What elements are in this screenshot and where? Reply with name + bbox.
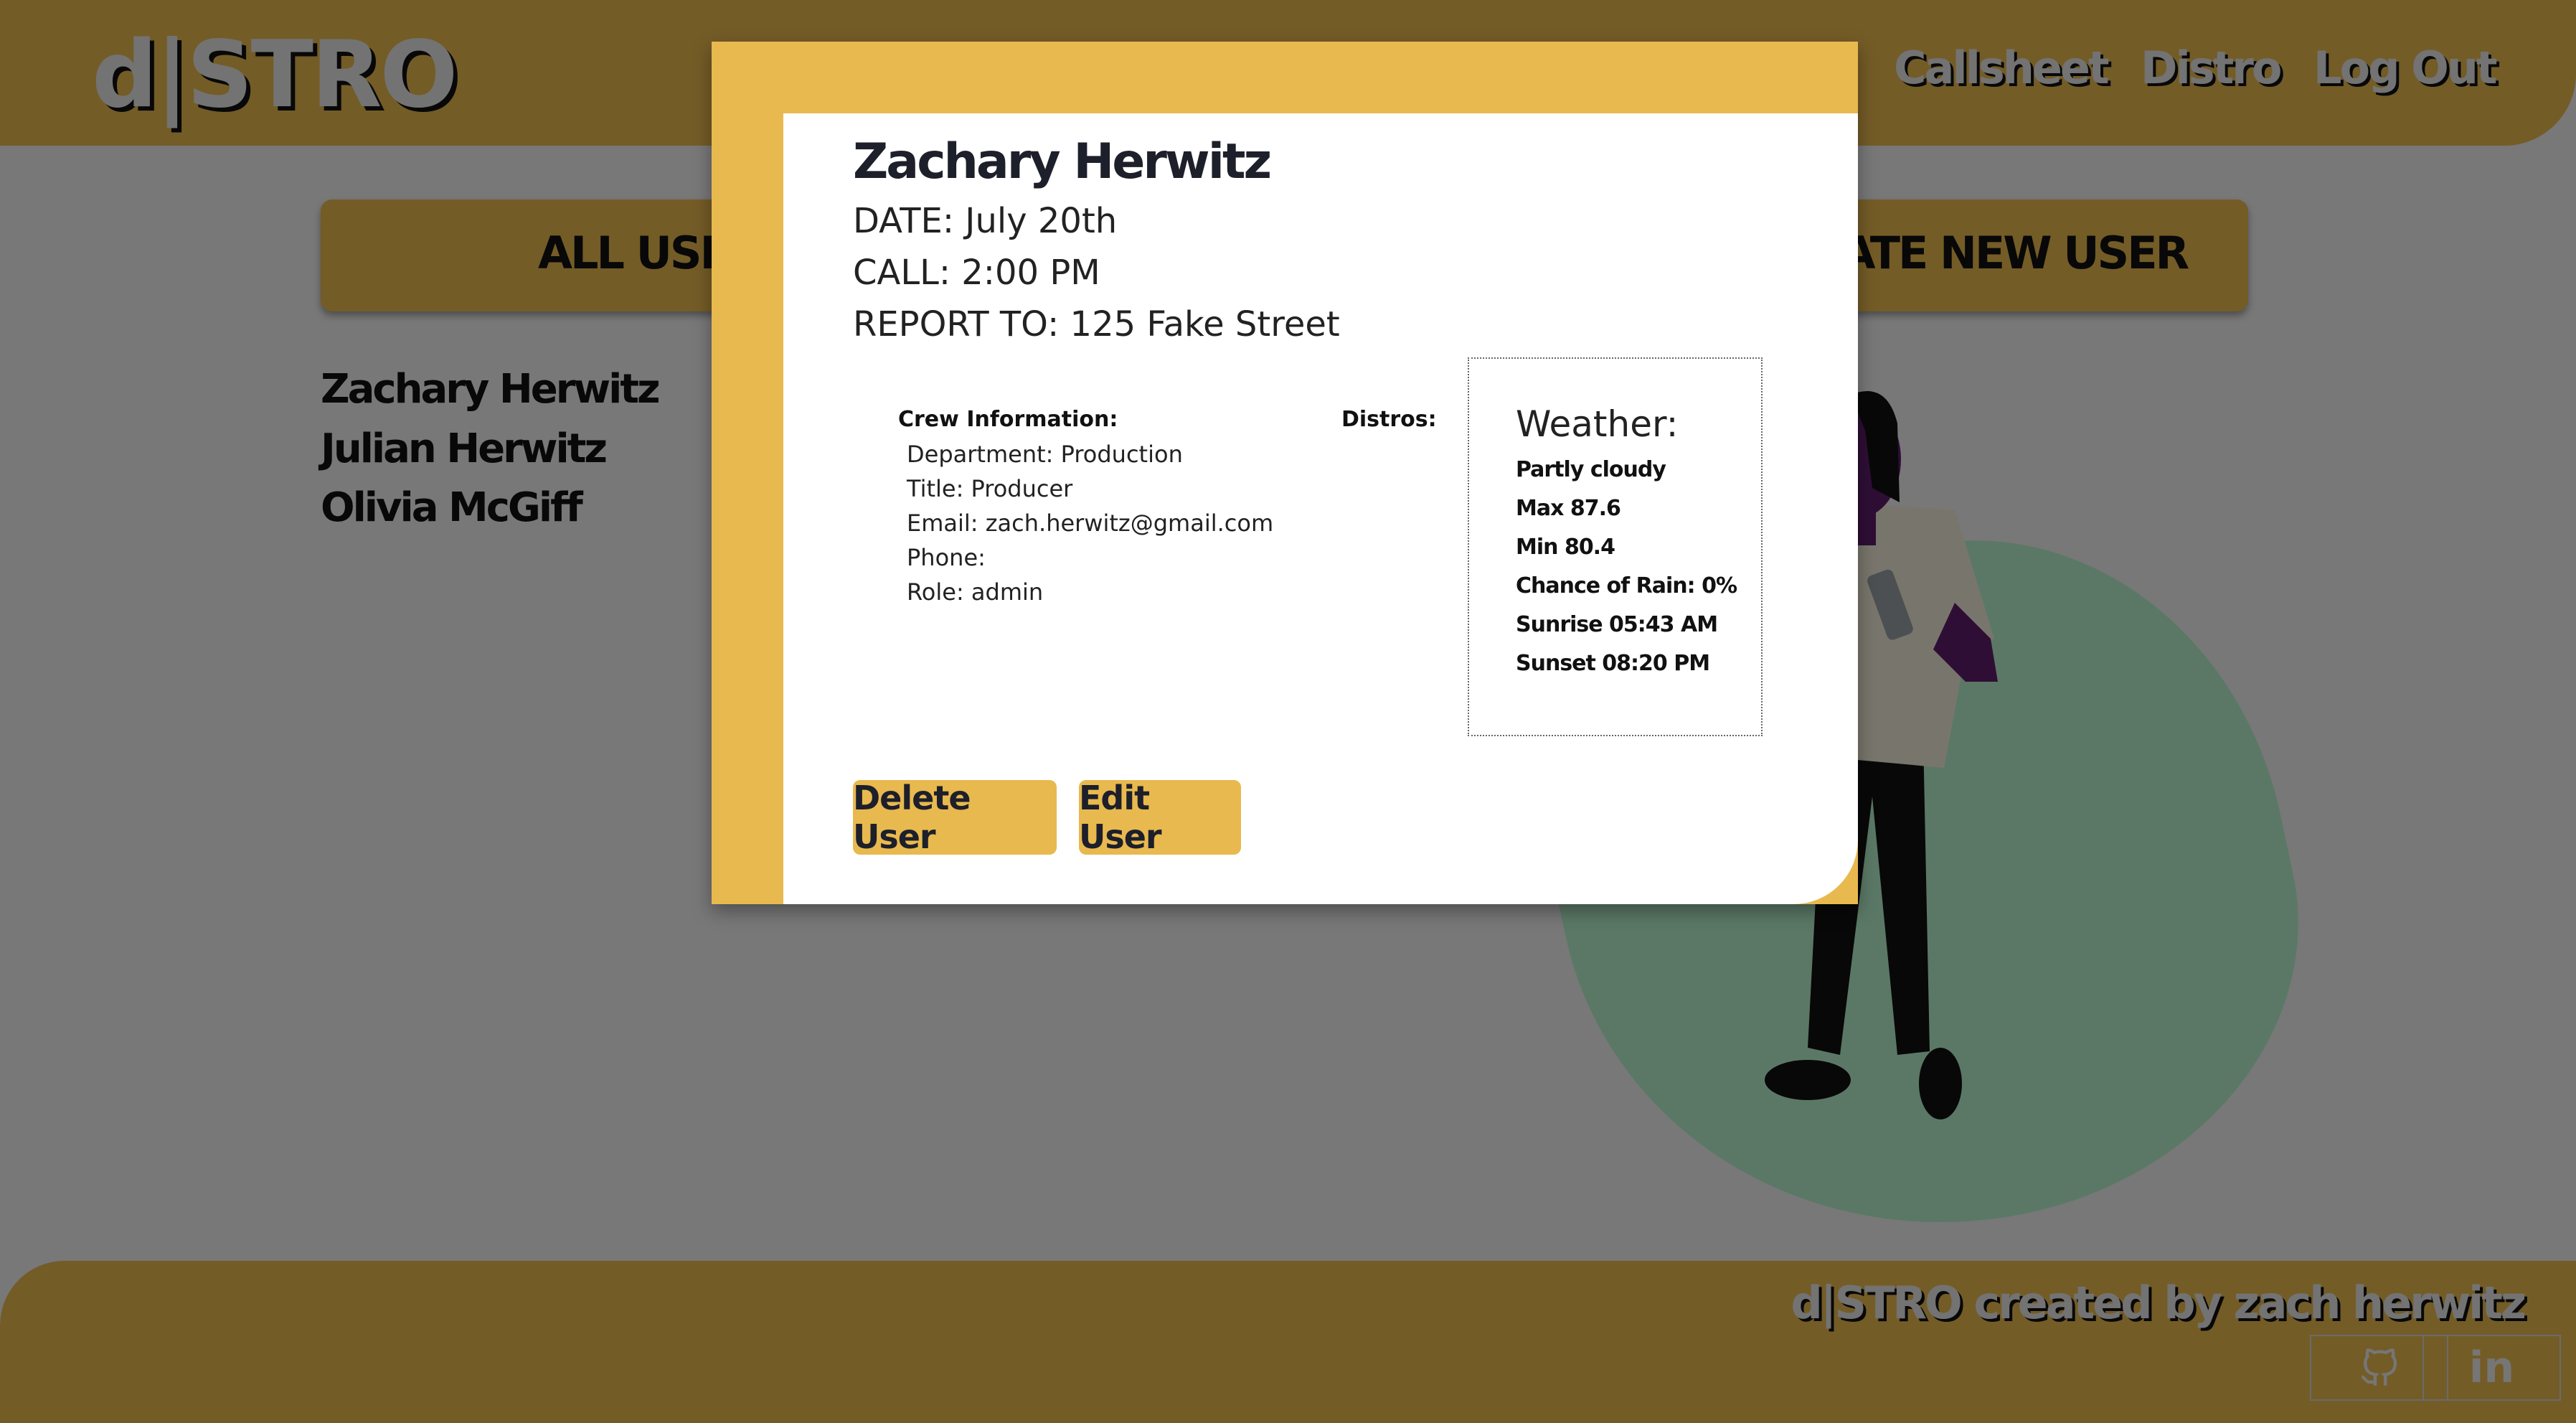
modal-report-to: REPORT TO: 125 Fake Street — [853, 304, 1340, 344]
modal-date: DATE: July 20th — [853, 201, 1118, 241]
weather-box: Weather: Partly cloudy Max 87.6 Min 80.4… — [1468, 357, 1763, 736]
user-detail-modal: Zachary Herwitz DATE: July 20th CALL: 2:… — [712, 42, 1858, 904]
crew-phone: Phone: — [907, 544, 986, 571]
crew-role: Role: admin — [907, 578, 1044, 606]
modal-user-name: Zachary Herwitz — [853, 133, 1272, 190]
weather-rain-chance: Chance of Rain: 0% — [1516, 573, 1737, 598]
weather-condition: Partly cloudy — [1516, 457, 1666, 482]
weather-max: Max 87.6 — [1516, 496, 1621, 521]
weather-title: Weather: — [1516, 403, 1679, 445]
crew-email: Email: zach.herwitz@gmail.com — [907, 509, 1274, 537]
weather-min: Min 80.4 — [1516, 535, 1615, 560]
delete-user-button[interactable]: Delete User — [853, 779, 1057, 856]
crew-department: Department: Production — [907, 441, 1183, 468]
crew-title: Title: Producer — [907, 475, 1073, 502]
weather-sunrise: Sunrise 05:43 AM — [1516, 612, 1718, 637]
weather-sunset: Sunset 08:20 PM — [1516, 651, 1710, 676]
modal-content: Zachary Herwitz DATE: July 20th CALL: 2:… — [783, 113, 1858, 904]
crew-info-heading: Crew Information: — [898, 407, 1118, 432]
modal-call: CALL: 2:00 PM — [853, 253, 1100, 293]
edit-user-button[interactable]: Edit User — [1079, 779, 1241, 856]
distros-heading: Distros: — [1341, 407, 1437, 432]
